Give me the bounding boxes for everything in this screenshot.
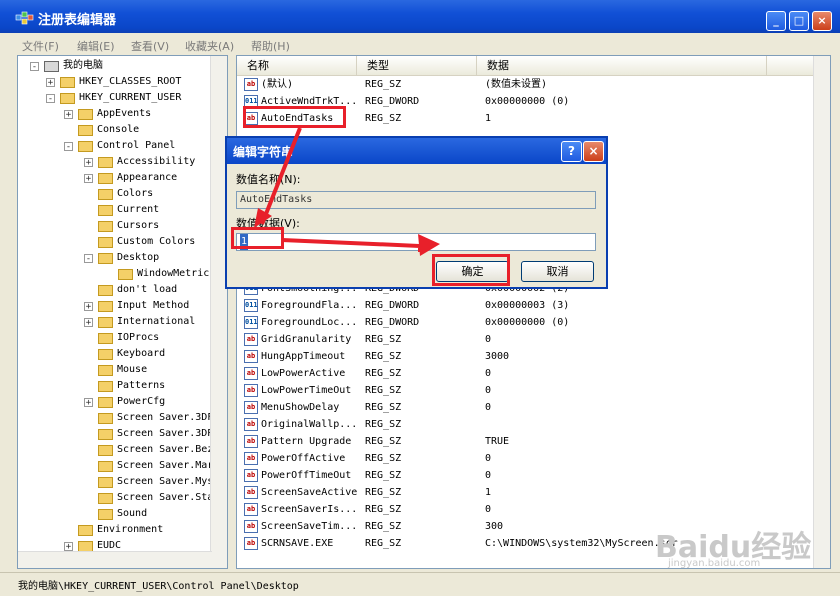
arrow-head-1: [254, 208, 272, 228]
registry-editor-window: 注册表编辑器 _ □ × 文件(F) 编辑(E) 查看(V) 收藏夹(A) 帮助…: [0, 0, 840, 596]
annotation-arrows: [254, 127, 440, 256]
arrow-head-2: [418, 234, 440, 256]
arrow-line-2: [281, 238, 422, 252]
baidu-watermark-url: jingyan.baidu.com: [668, 558, 761, 569]
arrow-line-1: [260, 127, 302, 225]
